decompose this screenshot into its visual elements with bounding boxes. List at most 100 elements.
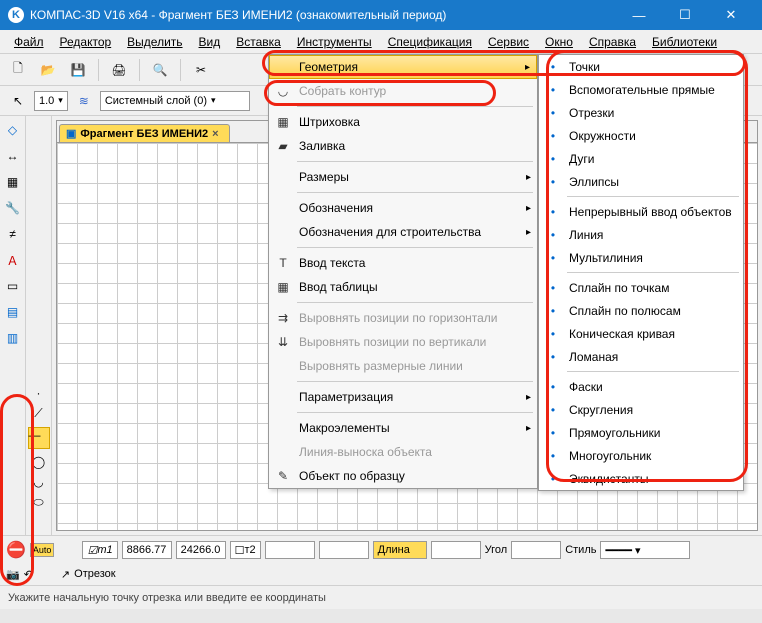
submenu-item[interactable]: •Окружности bbox=[539, 124, 743, 147]
menu-item[interactable]: Параметризация▸ bbox=[269, 385, 537, 409]
t1-label: ☑т1 bbox=[82, 541, 117, 559]
submenu-item[interactable]: •Скругления bbox=[539, 398, 743, 421]
menu-item[interactable]: ▦Штриховка bbox=[269, 110, 537, 134]
menu-item: ◡Собрать контур bbox=[269, 79, 537, 103]
menu-bar: Файл Редактор Выделить Вид Вставка Инстр… bbox=[0, 30, 762, 54]
close-button[interactable]: ✕ bbox=[708, 7, 754, 23]
geometry-toolset-icon[interactable]: ◇ bbox=[3, 120, 23, 140]
title-bar: K КОМПАС-3D V16 x64 - Фрагмент БЕЗ ИМЕНИ… bbox=[0, 0, 762, 30]
new-button[interactable]: 🗋 bbox=[6, 58, 30, 82]
submenu-item[interactable]: •Прямоугольники bbox=[539, 421, 743, 444]
menu-item[interactable]: ✎Объект по образцу bbox=[269, 464, 537, 488]
submenu-item[interactable]: •Линия bbox=[539, 223, 743, 246]
tools-dropdown: Геометрия▸◡Собрать контур ▦Штриховка▰Зали… bbox=[268, 54, 538, 489]
point-tool[interactable]: · bbox=[37, 386, 41, 400]
menu-item[interactable]: ▰Заливка bbox=[269, 134, 537, 158]
menu-item[interactable]: Размеры▸ bbox=[269, 165, 537, 189]
layer-combo[interactable]: Системный слой (0)▾ bbox=[100, 91, 250, 111]
menu-item[interactable]: Геометрия▸ bbox=[269, 55, 537, 79]
scale-combo[interactable]: 1.0▾ bbox=[34, 91, 68, 111]
arc-tool[interactable]: ◡ bbox=[33, 475, 43, 489]
submenu-item[interactable]: •Ломаная bbox=[539, 345, 743, 368]
tab-label: Фрагмент БЕЗ ИМЕНИ2 bbox=[80, 128, 208, 140]
angle-label: Угол bbox=[485, 544, 508, 556]
geometry-submenu: •Точки•Вспомогательные прямые•Отрезки•Ок… bbox=[538, 54, 744, 491]
t2-y-field[interactable] bbox=[319, 541, 369, 559]
status-bar: Укажите начальную точку отрезка или введ… bbox=[0, 585, 762, 609]
menu-tools[interactable]: Инструменты bbox=[289, 33, 380, 51]
edit-toolset-icon[interactable]: 🔧 bbox=[3, 198, 23, 218]
grid-toolset-icon[interactable]: ▦ bbox=[3, 172, 23, 192]
minimize-button[interactable]: — bbox=[616, 8, 662, 23]
submenu-item[interactable]: •Непрерывный ввод объектов bbox=[539, 200, 743, 223]
footer-strip bbox=[0, 609, 762, 623]
ellipse-tool[interactable]: ⬭ bbox=[33, 495, 43, 510]
cursor-tool[interactable]: ↖ bbox=[6, 89, 30, 113]
status-text: Укажите начальную точку отрезка или введ… bbox=[8, 592, 326, 604]
submenu-item[interactable]: •Эллипсы bbox=[539, 170, 743, 193]
param-toolset-icon[interactable]: ≠ bbox=[3, 224, 23, 244]
submenu-item[interactable]: •Фаски bbox=[539, 375, 743, 398]
t2-label: ☐т2 bbox=[230, 541, 261, 559]
print-button[interactable]: 🖨 bbox=[107, 58, 131, 82]
submenu-item[interactable]: •Дуги bbox=[539, 147, 743, 170]
menu-item[interactable]: Обозначения▸ bbox=[269, 196, 537, 220]
aux-line-tool[interactable]: ⟋ bbox=[34, 406, 42, 421]
circle-tool[interactable]: ◯ bbox=[32, 455, 45, 469]
menu-file[interactable]: Файл bbox=[6, 33, 52, 51]
maximize-button[interactable]: ☐ bbox=[662, 7, 708, 23]
menu-libs[interactable]: Библиотеки bbox=[644, 33, 725, 51]
submenu-item[interactable]: •Мультилиния bbox=[539, 246, 743, 269]
measure-toolset-icon[interactable]: Ａ bbox=[3, 250, 23, 270]
layers-icon[interactable]: ≋ bbox=[72, 89, 96, 113]
menu-view[interactable]: Вид bbox=[191, 33, 229, 51]
menu-editor[interactable]: Редактор bbox=[52, 33, 120, 51]
save-button[interactable]: 💾 bbox=[66, 58, 90, 82]
dims-toolset-icon[interactable]: ↔ bbox=[3, 146, 23, 166]
left-toolbar-1: ◇ ↔ ▦ 🔧 ≠ Ａ ▭ ▤ ▥ bbox=[0, 116, 26, 535]
menu-spec[interactable]: Спецификация bbox=[380, 33, 480, 51]
menu-item[interactable]: Макроэлементы▸ bbox=[269, 416, 537, 440]
window-title: КОМПАС-3D V16 x64 - Фрагмент БЕЗ ИМЕНИ2 … bbox=[30, 8, 616, 22]
segment-tool[interactable]: — bbox=[28, 427, 50, 449]
menu-item[interactable]: ▦Ввод таблицы bbox=[269, 275, 537, 299]
t2-x-field[interactable] bbox=[265, 541, 315, 559]
t1-x-field[interactable]: 8866.77 bbox=[122, 541, 172, 559]
submenu-item[interactable]: •Сплайн по полюсам bbox=[539, 299, 743, 322]
mode-label: Отрезок bbox=[74, 568, 115, 580]
menu-insert[interactable]: Вставка bbox=[228, 33, 289, 51]
menu-item[interactable]: TВвод текста bbox=[269, 251, 537, 275]
submenu-item[interactable]: •Отрезки bbox=[539, 101, 743, 124]
menu-select[interactable]: Выделить bbox=[119, 33, 190, 51]
select-toolset-icon[interactable]: ▭ bbox=[3, 276, 23, 296]
submenu-item[interactable]: •Точки bbox=[539, 55, 743, 78]
menu-service[interactable]: Сервис bbox=[480, 33, 537, 51]
cut-button[interactable]: ✂ bbox=[189, 58, 213, 82]
style-combo[interactable]: ━━━━ ▾ bbox=[600, 541, 690, 559]
menu-item[interactable]: Обозначения для строительства▸ bbox=[269, 220, 537, 244]
submenu-item[interactable]: •Эквидистанты bbox=[539, 467, 743, 490]
undo-icon[interactable]: ↶ bbox=[24, 568, 33, 581]
reports-toolset-icon[interactable]: ▥ bbox=[3, 328, 23, 348]
segment-mode-icon: ↗ bbox=[61, 568, 70, 581]
menu-window[interactable]: Окно bbox=[537, 33, 581, 51]
tab-close-icon[interactable]: × bbox=[212, 128, 218, 140]
menu-item: ⇉Выровнять позиции по горизонтали bbox=[269, 306, 537, 330]
submenu-item[interactable]: •Многоугольник bbox=[539, 444, 743, 467]
preview-button[interactable]: 🔍 bbox=[148, 58, 172, 82]
style-label: Стиль bbox=[565, 544, 596, 556]
doc-icon: ▣ bbox=[66, 127, 76, 140]
document-tab[interactable]: ▣ Фрагмент БЕЗ ИМЕНИ2 × bbox=[59, 124, 230, 142]
auto-icon[interactable]: Auto bbox=[30, 543, 55, 557]
menu-help[interactable]: Справка bbox=[581, 33, 644, 51]
stop-icon[interactable]: ⛔ bbox=[6, 540, 26, 560]
t1-y-field[interactable]: 24266.0 bbox=[176, 541, 226, 559]
open-button[interactable]: 📂 bbox=[36, 58, 60, 82]
submenu-item[interactable]: •Сплайн по точкам bbox=[539, 276, 743, 299]
submenu-item[interactable]: •Вспомогательные прямые bbox=[539, 78, 743, 101]
camera-icon[interactable]: 📷 bbox=[6, 568, 20, 581]
spec-toolset-icon[interactable]: ▤ bbox=[3, 302, 23, 322]
length-field[interactable] bbox=[431, 541, 481, 559]
angle-field[interactable] bbox=[511, 541, 561, 559]
submenu-item[interactable]: •Коническая кривая bbox=[539, 322, 743, 345]
